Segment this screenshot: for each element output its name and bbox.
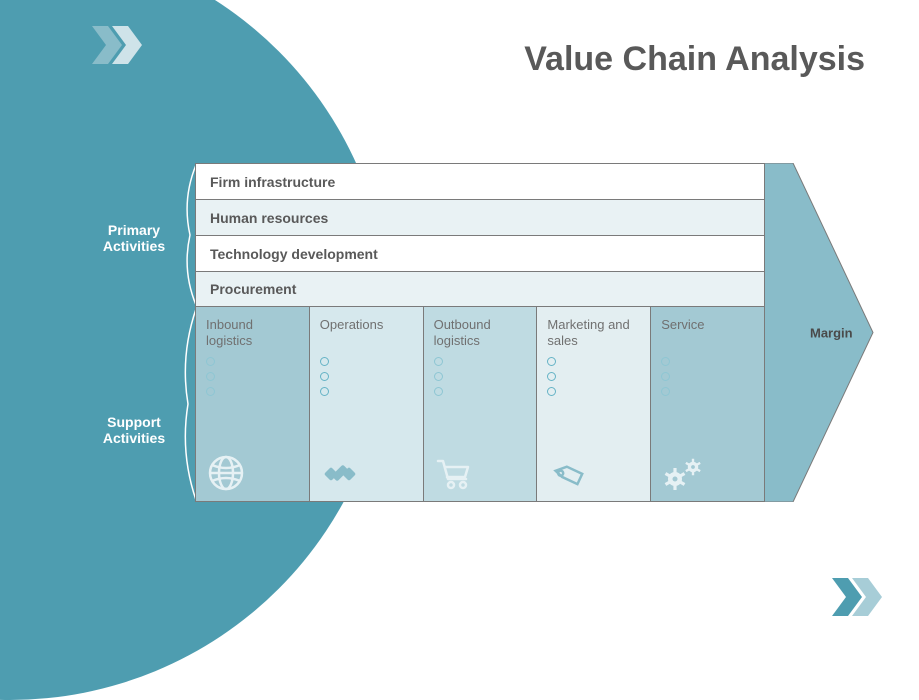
primary-cell-title: Inbound logistics — [206, 317, 299, 351]
bullet-list — [320, 357, 413, 396]
primary-cell-title: Service — [661, 317, 754, 351]
bullet-list — [661, 357, 754, 396]
bullet-list — [206, 357, 299, 396]
support-row-label: Firm infrastructure — [210, 174, 335, 190]
support-row-label: Human resources — [210, 210, 328, 226]
primary-activities-label: Primary Activities — [94, 222, 174, 254]
gears-icon — [661, 449, 754, 493]
primary-cell-title: Operations — [320, 317, 413, 351]
primary-cell-title: Marketing and sales — [547, 317, 640, 351]
primary-cell-service: Service — [650, 307, 765, 502]
support-row-label: Technology development — [210, 246, 378, 262]
margin-label: Margin — [810, 325, 853, 340]
globe-icon — [206, 449, 299, 493]
support-row: Procurement — [195, 271, 765, 307]
satellite-icon — [320, 449, 413, 493]
primary-cell-inbound: Inbound logistics — [195, 307, 309, 502]
cart-icon — [434, 449, 527, 493]
bullet-list — [434, 357, 527, 396]
support-activities-label: Support Activities — [94, 414, 174, 446]
value-chain: Margin Firm infrastructure Human resourc… — [195, 163, 875, 502]
primary-row: Inbound logistics Operations — [195, 307, 765, 502]
activity-rows: Firm infrastructure Human resources Tech… — [195, 163, 765, 502]
primary-cell-outbound: Outbound logistics — [423, 307, 537, 502]
page-title: Value Chain Analysis — [524, 40, 865, 79]
chevron-pair-icon — [832, 578, 884, 621]
support-row: Firm infrastructure — [195, 163, 765, 199]
primary-cell-operations: Operations — [309, 307, 423, 502]
chevron-pair-icon — [92, 26, 144, 69]
primary-cell-title: Outbound logistics — [434, 317, 527, 351]
bullet-list — [547, 357, 640, 396]
primary-cell-marketing: Marketing and sales — [536, 307, 650, 502]
support-row: Technology development — [195, 235, 765, 271]
support-row: Human resources — [195, 199, 765, 235]
support-row-label: Procurement — [210, 281, 296, 297]
tag-icon — [547, 449, 640, 493]
